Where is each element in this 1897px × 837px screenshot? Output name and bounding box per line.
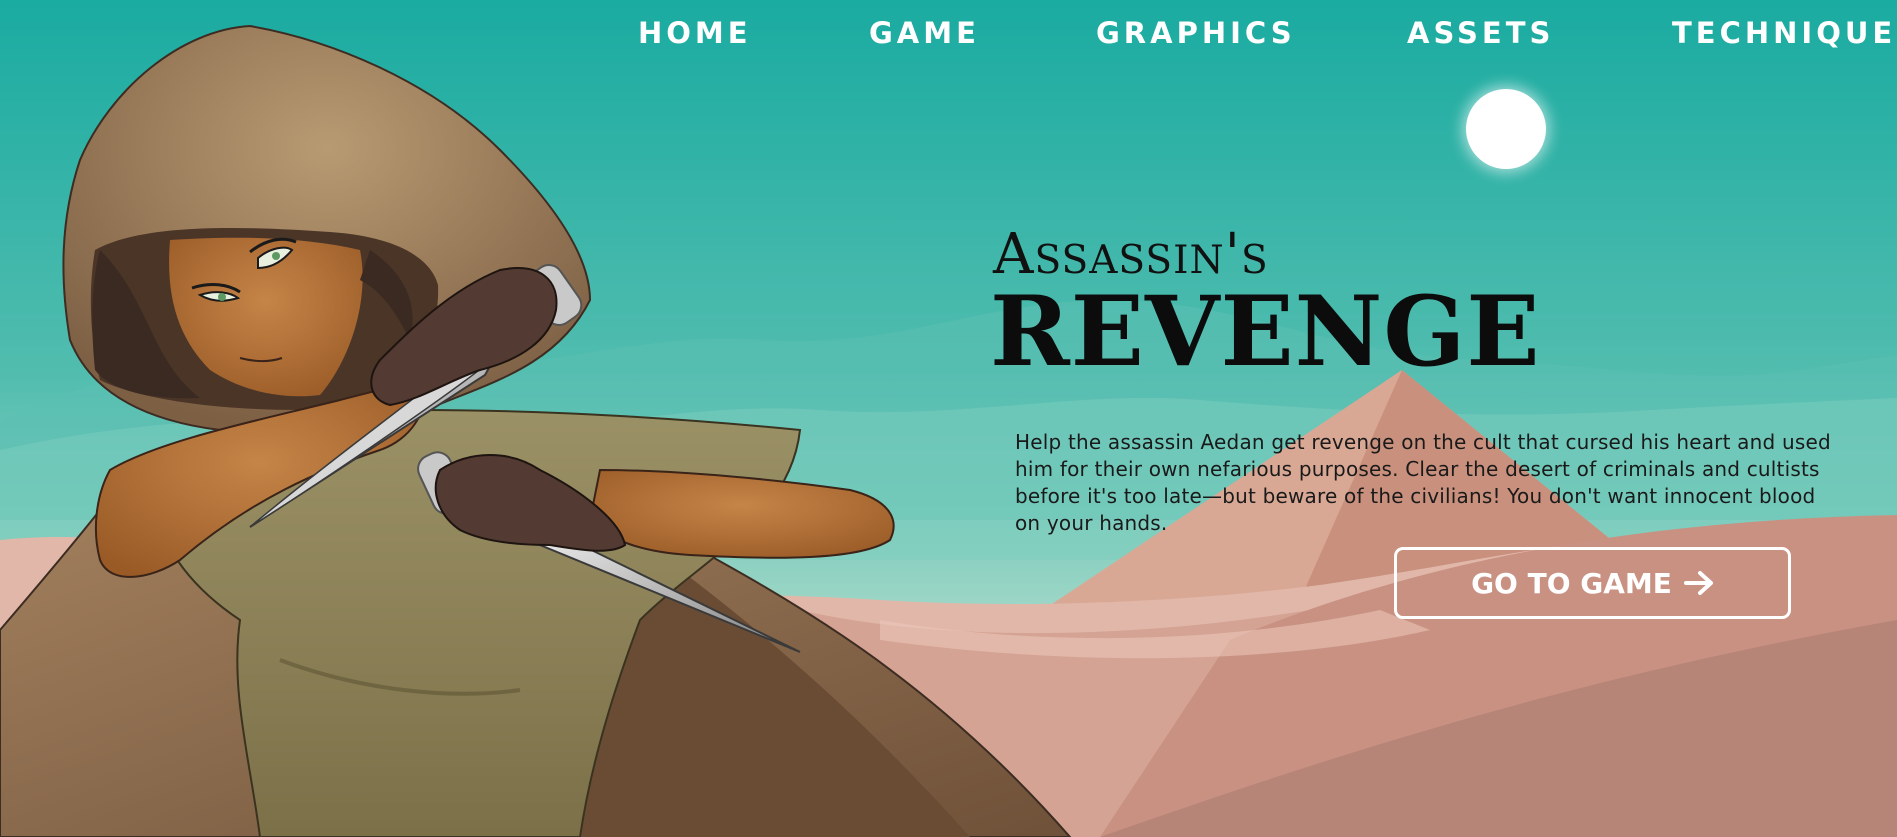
top-nav: HOME GAME GRAPHICS ASSETS TECHNIQUE xyxy=(0,0,1897,66)
nav-item-graphics[interactable]: GRAPHICS xyxy=(1096,14,1296,52)
go-to-game-button[interactable]: GO TO GAME xyxy=(1394,547,1791,619)
game-description: Help the assassin Aedan get revenge on t… xyxy=(1015,430,1831,535)
nav-item-technique[interactable]: TECHNIQUE xyxy=(1672,14,1896,52)
nav-item-game[interactable]: GAME xyxy=(869,14,980,52)
arrow-right-icon xyxy=(1683,571,1713,595)
go-to-game-label: GO TO GAME xyxy=(1471,566,1672,600)
game-title-main: REVENGE xyxy=(990,275,1541,388)
nav-item-home[interactable]: HOME xyxy=(638,14,752,52)
nav-item-assets[interactable]: ASSETS xyxy=(1407,14,1554,52)
moon xyxy=(1466,89,1546,169)
desert-hero-illustration xyxy=(0,0,1897,837)
